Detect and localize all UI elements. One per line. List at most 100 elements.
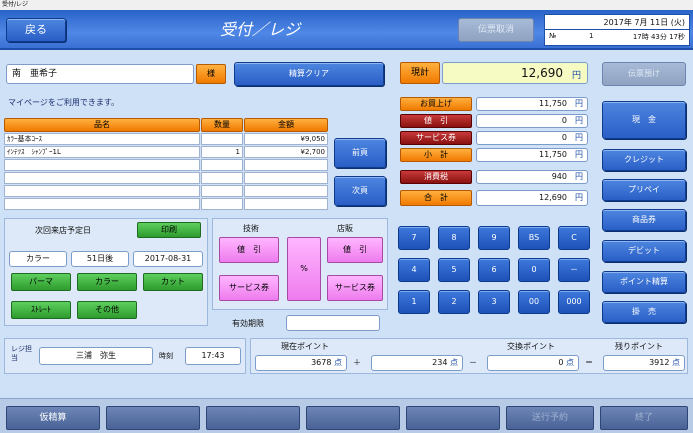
key-1[interactable]: 1 bbox=[398, 290, 430, 314]
table-row[interactable] bbox=[4, 198, 328, 210]
footer-button-5[interactable] bbox=[406, 406, 500, 430]
key-6[interactable]: 6 bbox=[478, 258, 510, 282]
visit-date[interactable]: 2017-08-31 bbox=[133, 251, 203, 267]
provisional-settle-button[interactable]: 仮精算 bbox=[6, 406, 100, 430]
remaining-points-value: 3912 bbox=[649, 358, 670, 367]
other-button[interactable]: その他 bbox=[77, 301, 137, 319]
item-name bbox=[4, 185, 200, 197]
prepaid-button[interactable]: プリペイ bbox=[602, 179, 686, 201]
header-bar: 戻る 受付／レジ 伝票取消 2017年 7月 11日 (火) № 1 17時 4… bbox=[0, 10, 693, 50]
key-minus[interactable]: － bbox=[558, 258, 590, 282]
equals-sign: ＝ bbox=[585, 358, 593, 367]
tech-voucher-button[interactable]: サービス券 bbox=[219, 275, 279, 301]
item-qty bbox=[201, 159, 243, 171]
debit-button[interactable]: デビット bbox=[602, 240, 686, 262]
total-yen: 円 bbox=[571, 71, 581, 81]
added-points-value: 234 bbox=[432, 358, 448, 367]
col-header-amount: 金額 bbox=[244, 118, 328, 132]
purchase-label: お買上げ bbox=[400, 97, 472, 111]
table-row[interactable] bbox=[4, 159, 328, 171]
straight-button[interactable]: ｽﾄﾚｰﾄ bbox=[11, 301, 71, 319]
print-button[interactable]: 印刷 bbox=[137, 222, 201, 238]
item-amount bbox=[244, 185, 328, 197]
footer-button-2[interactable] bbox=[106, 406, 200, 430]
next-visit-panel: 次回来店予定日 印刷 カラー 51日後 2017-08-31 パーマ カラー カ… bbox=[4, 218, 208, 326]
yen-unit: 円 bbox=[575, 150, 583, 159]
key-2[interactable]: 2 bbox=[438, 290, 470, 314]
exchange-points[interactable]: 0 点 bbox=[487, 355, 579, 371]
item-name: ｶﾗｰ基本ｺｰｽ bbox=[4, 133, 200, 145]
discount-value: 0 bbox=[561, 116, 567, 125]
discount-label: 値 引 bbox=[400, 114, 472, 128]
prev-page-button[interactable]: 前頁 bbox=[334, 138, 386, 168]
table-row[interactable]: ｲﾝﾃﾂｽ ｼｬﾝﾌﾟｰ1L 1 ¥2,700 bbox=[4, 146, 328, 158]
cancel-slip-button[interactable]: 伝票取消 bbox=[458, 18, 534, 42]
key-backspace[interactable]: BS bbox=[518, 226, 550, 250]
key-000[interactable]: 000 bbox=[558, 290, 590, 314]
subtotal-label: 小 計 bbox=[400, 148, 472, 162]
shop-label: 店販 bbox=[337, 224, 353, 233]
next-visit-title: 次回来店予定日 bbox=[35, 226, 91, 235]
discount-panel: 技術 店販 値 引 サービス券 % 値 引 サービス券 bbox=[212, 218, 388, 310]
key-7[interactable]: 7 bbox=[398, 226, 430, 250]
summary-row-grand-total: 合 計 12,690 円 bbox=[400, 190, 590, 206]
back-button[interactable]: 戻る bbox=[6, 18, 66, 42]
credit-sale-button[interactable]: 掛 売 bbox=[602, 301, 686, 323]
visit-interval[interactable]: 51日後 bbox=[71, 251, 129, 267]
key-5[interactable]: 5 bbox=[438, 258, 470, 282]
shop-voucher-button[interactable]: サービス券 bbox=[327, 275, 383, 301]
footer-button-3[interactable] bbox=[206, 406, 300, 430]
honorific-label: 様 bbox=[196, 64, 226, 84]
yen-unit: 円 bbox=[575, 193, 583, 202]
tax-label: 消費税 bbox=[400, 170, 472, 184]
item-qty bbox=[201, 172, 243, 184]
summary-row-voucher: サービス券 0 円 bbox=[400, 131, 590, 145]
yen-unit: 円 bbox=[575, 116, 583, 125]
item-qty bbox=[201, 198, 243, 210]
yen-unit: 円 bbox=[575, 133, 583, 142]
cut-button[interactable]: カット bbox=[143, 273, 203, 291]
total-label: 現計 bbox=[400, 62, 440, 84]
points-unit: 点 bbox=[334, 358, 342, 367]
key-3[interactable]: 3 bbox=[478, 290, 510, 314]
item-qty bbox=[201, 185, 243, 197]
reservation-button[interactable]: 送行予約 bbox=[506, 406, 594, 430]
hold-slip-button[interactable]: 伝票預け bbox=[602, 62, 686, 86]
point-settlement-button[interactable]: ポイント精算 bbox=[602, 271, 686, 293]
next-page-button[interactable]: 次頁 bbox=[334, 176, 386, 206]
staff-panel: レジ担当 三浦 弥生 時刻 17:43 bbox=[4, 338, 246, 374]
key-4[interactable]: 4 bbox=[398, 258, 430, 282]
col-header-qty: 数量 bbox=[201, 118, 243, 132]
expiry-label: 有効期限 bbox=[232, 319, 264, 328]
gift-voucher-button[interactable]: 商品券 bbox=[602, 209, 686, 231]
shop-discount-button[interactable]: 値 引 bbox=[327, 237, 383, 263]
expiry-input[interactable] bbox=[286, 315, 380, 331]
staff-time: 17:43 bbox=[185, 347, 241, 365]
tech-discount-button[interactable]: 値 引 bbox=[219, 237, 279, 263]
key-00[interactable]: 00 bbox=[518, 290, 550, 314]
minus-sign: － bbox=[469, 358, 477, 367]
cash-button[interactable]: 現 金 bbox=[602, 101, 686, 139]
clear-payment-button[interactable]: 精算クリア bbox=[234, 62, 384, 86]
staff-name[interactable]: 三浦 弥生 bbox=[39, 347, 153, 365]
visit-category[interactable]: カラー bbox=[9, 251, 67, 267]
key-9[interactable]: 9 bbox=[478, 226, 510, 250]
footer-button-4[interactable] bbox=[306, 406, 400, 430]
table-row[interactable] bbox=[4, 185, 328, 197]
table-row[interactable] bbox=[4, 172, 328, 184]
perm-button[interactable]: パーマ bbox=[11, 273, 71, 291]
total-value: 12,690 bbox=[521, 66, 563, 80]
summary-row-subtotal: 小 計 11,750 円 bbox=[400, 148, 590, 162]
item-name bbox=[4, 198, 200, 210]
current-points-label: 現在ポイント bbox=[281, 342, 329, 351]
exit-button[interactable]: 終了 bbox=[600, 406, 688, 430]
item-amount: ¥2,700 bbox=[244, 146, 328, 158]
percent-button[interactable]: % bbox=[287, 237, 321, 301]
key-clear[interactable]: C bbox=[558, 226, 590, 250]
color-button[interactable]: カラー bbox=[77, 273, 137, 291]
credit-button[interactable]: クレジット bbox=[602, 149, 686, 171]
grand-total-label: 合 計 bbox=[400, 190, 472, 206]
table-row[interactable]: ｶﾗｰ基本ｺｰｽ ¥9,050 bbox=[4, 133, 328, 145]
key-8[interactable]: 8 bbox=[438, 226, 470, 250]
key-0[interactable]: 0 bbox=[518, 258, 550, 282]
